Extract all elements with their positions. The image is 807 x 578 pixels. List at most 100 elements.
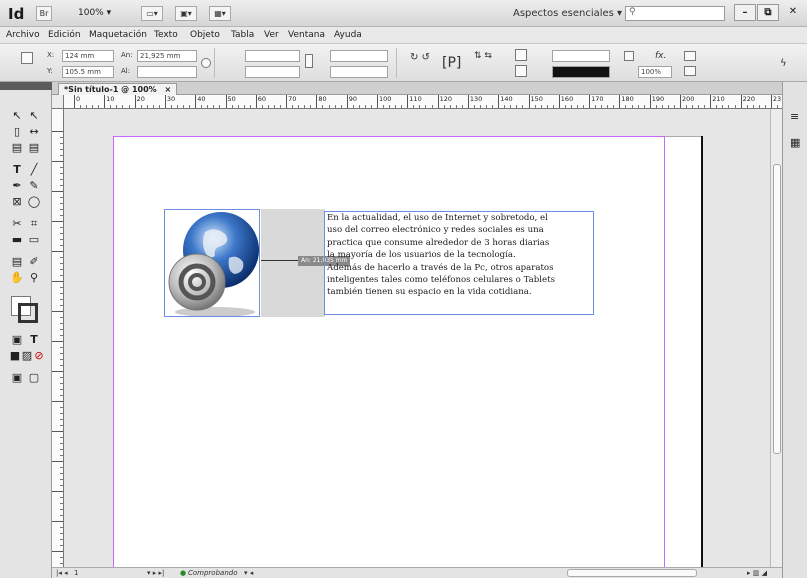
rotate-icon[interactable]: ↻ ↺: [410, 52, 430, 63]
constrain-proportions-icon[interactable]: [201, 58, 211, 68]
x-field[interactable]: 124 mm: [62, 50, 114, 62]
ruler-origin[interactable]: [52, 95, 64, 109]
close-tab-icon[interactable]: ×: [164, 85, 171, 94]
stroke-swatch-large-icon[interactable]: [18, 303, 38, 323]
tools-panel-header[interactable]: [0, 82, 52, 90]
ruler-minor-tick: [60, 533, 63, 534]
ruler-tick-label: 40: [197, 95, 206, 103]
normal-view-icon[interactable]: ▣: [10, 372, 24, 384]
horizontal-ruler[interactable]: 0 10 20 30 40 50 60 70 80 90 100 110 120 130 140 150 160…: [64, 95, 782, 109]
workspace-switcher[interactable]: Aspectos esenciales ▾: [513, 8, 622, 19]
vertical-scrollbar[interactable]: [770, 109, 782, 567]
menu-objeto[interactable]: Objeto: [190, 30, 220, 40]
eyedropper-tool-icon[interactable]: ✐: [27, 256, 41, 268]
formatting-text-icon[interactable]: T: [27, 334, 41, 346]
bridge-button[interactable]: Br: [36, 6, 52, 21]
ruler-tick-label: 190: [651, 95, 665, 103]
shear-field[interactable]: [330, 66, 388, 78]
menu-tabla[interactable]: Tabla: [231, 30, 254, 40]
restore-button[interactable]: ⧉: [757, 4, 779, 21]
stroke-type-select[interactable]: [552, 66, 610, 78]
scissors-tool-icon[interactable]: ✂: [10, 218, 24, 230]
scroll-right-icon[interactable]: ▸ ▥ ◢: [747, 568, 767, 578]
pen-tool-icon[interactable]: ✒: [10, 180, 24, 192]
page-number-field[interactable]: 1: [74, 568, 78, 578]
frame-fitting-icon[interactable]: [624, 51, 634, 61]
flip-icon[interactable]: ⇅ ⇆: [474, 51, 492, 61]
height-field[interactable]: [137, 66, 197, 78]
pages-panel-icon[interactable]: ▦: [790, 136, 800, 149]
content-placer-icon[interactable]: ▤: [27, 142, 41, 154]
fill-swatch-icon[interactable]: [515, 49, 527, 61]
type-tool-icon[interactable]: T: [10, 164, 24, 176]
reference-point-icon[interactable]: [21, 52, 33, 64]
scale-y-field[interactable]: [245, 66, 300, 78]
first-page-button[interactable]: |◂ ◂: [56, 568, 68, 578]
stroke-swatch-icon[interactable]: [515, 65, 527, 77]
ruler-minor-tick: [601, 105, 603, 108]
gradient-feather-tool-icon[interactable]: ▭: [27, 234, 41, 246]
menu-texto[interactable]: Texto: [154, 30, 178, 40]
screen-mode-button[interactable]: ▣▾: [175, 6, 197, 21]
text-frame[interactable]: En la actualidad, el uso de Internet y s…: [324, 211, 594, 315]
preview-mode-icon[interactable]: ▢: [27, 372, 41, 384]
minimize-button[interactable]: –: [734, 4, 756, 21]
ruler-minor-tick: [383, 105, 385, 108]
panel-menu-icon[interactable]: ≡: [790, 110, 799, 123]
page-margin-guide: [113, 136, 665, 567]
ruler-minor-tick: [237, 105, 239, 108]
link-scale-icon[interactable]: [305, 54, 313, 68]
opacity-field[interactable]: 100%: [638, 66, 672, 78]
rectangle-frame-tool-icon[interactable]: ⊠: [10, 196, 24, 208]
rotation-field[interactable]: [330, 50, 388, 62]
menu-ventana[interactable]: Ventana: [288, 30, 325, 40]
horizontal-scroll-thumb[interactable]: [567, 569, 697, 577]
ruler-minor-tick: [352, 105, 354, 108]
menu-maquetacion[interactable]: Maquetación: [89, 30, 147, 40]
selection-tool-icon[interactable]: ↖: [10, 110, 24, 122]
lightning-icon[interactable]: ϟ: [780, 58, 787, 69]
gradient-tool-icon[interactable]: ▬: [10, 234, 24, 246]
page-tool-icon[interactable]: ▯: [10, 126, 24, 138]
line-tool-icon[interactable]: ╱: [27, 164, 41, 176]
ellipse-tool-icon[interactable]: ◯: [27, 196, 41, 208]
y-field[interactable]: 105.5 mm: [62, 66, 114, 78]
menu-edicion[interactable]: Edición: [48, 30, 81, 40]
apply-none-icon[interactable]: ⊘: [32, 350, 46, 362]
vertical-scroll-thumb[interactable]: [773, 164, 781, 454]
effects-fx-icon[interactable]: fx.: [655, 51, 666, 61]
text-wrap-icon[interactable]: [684, 51, 696, 61]
help-search-input[interactable]: ⚲: [625, 6, 725, 21]
menu-archivo[interactable]: Archivo: [6, 30, 40, 40]
hand-tool-icon[interactable]: ✋: [10, 272, 24, 284]
align-icon[interactable]: [684, 66, 696, 76]
free-transform-tool-icon[interactable]: ⌗: [27, 218, 41, 230]
gap-tool-icon[interactable]: ↔: [27, 126, 41, 138]
stroke-weight-field[interactable]: [552, 50, 610, 62]
zoom-select[interactable]: 100% ▾: [78, 8, 111, 18]
pasteboard[interactable]: An: 21,035 mm En la actualidad, el uso d…: [64, 109, 770, 567]
zoom-tool-icon[interactable]: ⚲: [27, 272, 41, 284]
formatting-container-icon[interactable]: ▣: [10, 334, 24, 346]
view-options-button[interactable]: ▭▾: [141, 6, 163, 21]
text-frame-p-icon[interactable]: [P]: [442, 55, 461, 71]
note-tool-icon[interactable]: ▤: [10, 256, 24, 268]
image-frame[interactable]: [164, 209, 260, 317]
direct-selection-tool-icon[interactable]: ↖: [27, 110, 41, 122]
page-nav-next[interactable]: ▾ ▸ ▸|: [147, 568, 164, 578]
scale-x-field[interactable]: [245, 50, 300, 62]
preflight-status-text[interactable]: Comprobando: [188, 568, 238, 578]
menu-ayuda[interactable]: Ayuda: [334, 30, 362, 40]
vertical-ruler[interactable]: [52, 109, 64, 567]
ruler-minor-tick: [728, 105, 730, 108]
menu-ver[interactable]: Ver: [264, 30, 279, 40]
ruler-minor-tick: [280, 105, 282, 108]
document-tab[interactable]: *Sin título-1 @ 100% ×: [58, 83, 178, 95]
close-window-button[interactable]: ✕: [782, 4, 804, 21]
preflight-menu-icon[interactable]: ▾ ◂: [244, 568, 253, 578]
arrange-documents-button[interactable]: ▦▾: [209, 6, 231, 21]
width-field[interactable]: 21,925 mm: [137, 50, 197, 62]
ruler-minor-tick: [704, 105, 706, 108]
pencil-tool-icon[interactable]: ✎: [27, 180, 41, 192]
content-collector-icon[interactable]: ▤: [10, 142, 24, 154]
